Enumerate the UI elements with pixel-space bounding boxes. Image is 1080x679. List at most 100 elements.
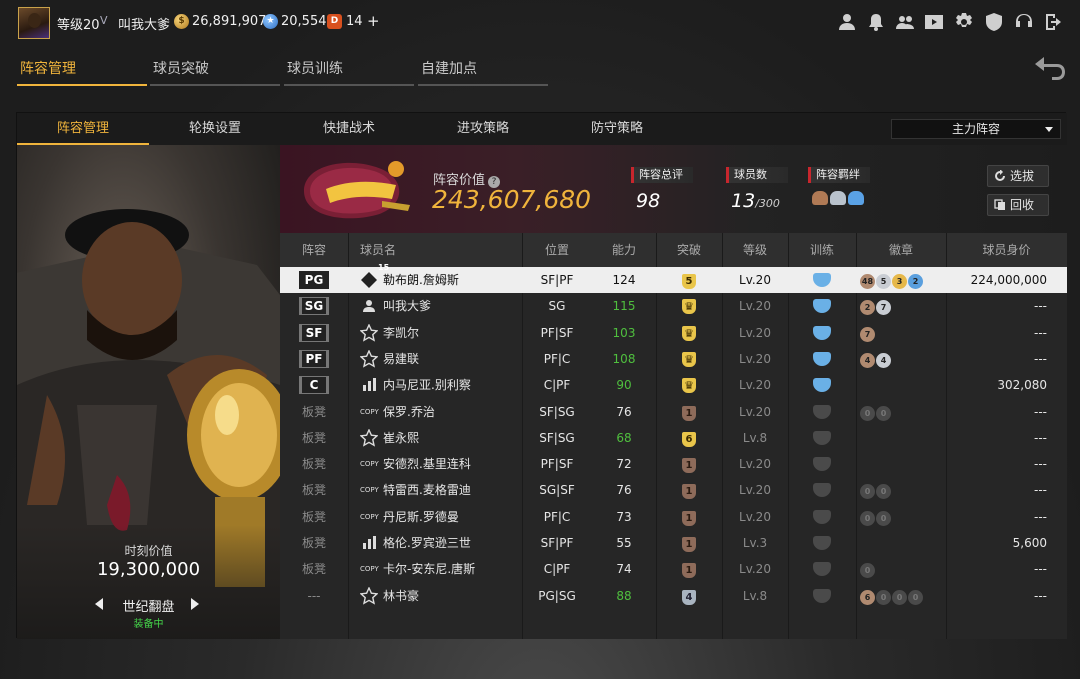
badges-cell[interactable]: 0 (856, 556, 946, 582)
training-cell[interactable] (788, 504, 856, 530)
subtab-quick-tactics[interactable]: 快捷战术 (283, 113, 415, 145)
player-name-cell[interactable]: COPY 卡尔-安东尼.唐斯 (348, 556, 522, 582)
tab-custom-points[interactable]: 自建加点 (418, 54, 548, 86)
col-slot[interactable]: 阵容 (280, 233, 348, 267)
training-cell[interactable] (788, 267, 856, 293)
player-name-cell[interactable]: 格伦.罗宾逊三世 (348, 530, 522, 556)
subtab-defense[interactable]: 防守策略 (551, 113, 683, 145)
player-moment-card[interactable]: 时刻价值 19,300,000 世纪翻盘 装备中 (17, 145, 280, 639)
headset-icon[interactable] (1014, 12, 1034, 32)
tab-lineup-management[interactable]: 阵容管理 (17, 54, 147, 86)
badges-cell[interactable]: 00 (856, 504, 946, 530)
lineup-dropdown[interactable]: 主力阵容 (891, 119, 1061, 139)
training-cell[interactable] (788, 583, 856, 609)
table-row[interactable]: SF 李凯尔 PF|SF 103 ♛ Lv.20 7 --- (280, 320, 1067, 346)
player-name-cell[interactable]: COPY 安德烈.基里连科 (348, 451, 522, 477)
star-icon (359, 349, 379, 368)
medal-icon: 5 (876, 274, 891, 289)
training-cell[interactable] (788, 451, 856, 477)
table-row[interactable]: --- 林书豪 PG|SG 88 4 Lv.8 6 0 0 0 --- (280, 583, 1067, 609)
select-button[interactable]: 选拔 (987, 165, 1049, 187)
player-name-cell[interactable]: COPY 丹尼斯.罗德曼 (348, 504, 522, 530)
copy-card-icon: COPY (360, 407, 379, 416)
table-row[interactable]: 板凳 格伦.罗宾逊三世 SF|PF 55 1 Lv.3 5,600 (280, 530, 1067, 556)
friends-icon[interactable] (895, 12, 915, 32)
col-training[interactable]: 训练 (788, 233, 856, 267)
bond-icons[interactable] (812, 191, 870, 205)
table-row[interactable]: 板凳 COPY 保罗.乔治 SF|SG 76 1 Lv.20 0 0 --- (280, 399, 1067, 425)
shield-icon[interactable] (984, 12, 1004, 32)
col-value[interactable]: 球员身价 (946, 233, 1067, 267)
col-badges[interactable]: 徽章 (856, 233, 946, 267)
training-cell[interactable] (788, 320, 856, 346)
table-row[interactable]: 板凳 崔永熙 SF|SG 68 6 Lv.8 --- (280, 425, 1067, 451)
training-cell[interactable] (788, 556, 856, 582)
subtab-rotation[interactable]: 轮换设置 (149, 113, 281, 145)
col-level[interactable]: 等级 (722, 233, 788, 267)
bond-icon-bronze (812, 191, 828, 205)
player-name-cell[interactable]: 崔永熙 (348, 425, 522, 451)
table-row[interactable]: C 内马尼亚.别利察 C|PF 90 ♛ Lv.20 302,080 (280, 372, 1067, 398)
training-cell[interactable] (788, 372, 856, 398)
player-name-cell[interactable]: 易建联 (348, 346, 522, 372)
video-icon[interactable] (924, 12, 944, 32)
badges-cell[interactable]: 6000 (856, 583, 946, 609)
bell-icon[interactable] (866, 12, 886, 32)
player-name: 叫我大爹 (383, 299, 432, 314)
breakthrough-cell: 1 (656, 556, 722, 582)
col-breakthrough[interactable]: 突破 (656, 233, 722, 267)
table-row[interactable]: 板凳 COPY 卡尔-安东尼.唐斯 C|PF 74 1 Lv.20 0 --- (280, 556, 1067, 582)
subtab-lineup[interactable]: 阵容管理 (17, 113, 149, 145)
back-arrow-icon[interactable] (1032, 54, 1068, 80)
training-cell[interactable] (788, 346, 856, 372)
badges-cell[interactable] (856, 425, 946, 451)
training-cell[interactable] (788, 530, 856, 556)
training-cell[interactable] (788, 477, 856, 503)
training-cell[interactable] (788, 293, 856, 319)
table-row[interactable]: 板凳 COPY 丹尼斯.罗德曼 PF|C 73 1 Lv.20 0 0 --- (280, 504, 1067, 530)
player-name-cell[interactable]: 内马尼亚.别利察 (348, 372, 522, 398)
player-name-cell[interactable]: 林书豪 (348, 583, 522, 609)
training-shield-icon (813, 430, 831, 445)
badges-cell[interactable]: 00 (856, 399, 946, 425)
badges-cell[interactable] (856, 372, 946, 398)
training-cell[interactable] (788, 425, 856, 451)
table-row[interactable]: 板凳 COPY 安德烈.基里连科 PF|SF 72 1 Lv.20 --- (280, 451, 1067, 477)
badges-cell[interactable]: 00 (856, 477, 946, 503)
copy-card-icon: COPY (360, 460, 379, 469)
avatar[interactable] (18, 7, 50, 39)
breakthrough-badge: 1 (682, 405, 696, 421)
recycle-button[interactable]: 回收 (987, 194, 1049, 216)
table-row[interactable]: SG 叫我大爹 SG 115 ♛ Lv.20 2 7 --- (280, 293, 1067, 319)
position-cell: PF|SF (540, 457, 574, 472)
settings-icon[interactable] (954, 12, 974, 32)
table-row[interactable]: 板凳 COPY 特雷西.麦格雷迪 SG|SF 76 1 Lv.20 0 0 --- (280, 477, 1067, 503)
badges-cell[interactable] (856, 451, 946, 477)
col-position[interactable]: 位置 (522, 233, 592, 267)
badges-cell[interactable] (856, 530, 946, 556)
col-ability[interactable]: 能力 (592, 233, 656, 267)
training-cell[interactable] (788, 399, 856, 425)
badges-cell[interactable]: 44 (856, 346, 946, 372)
logout-icon[interactable] (1044, 12, 1064, 32)
player-value-cell: --- (1034, 430, 1047, 445)
player-name-cell[interactable]: COPY 特雷西.麦格雷迪 (348, 477, 522, 503)
badges-cell[interactable]: 7 (856, 320, 946, 346)
table-row[interactable]: PF 易建联 PF|C 108 ♛ Lv.20 4 4 --- (280, 346, 1067, 372)
profile-icon[interactable] (837, 12, 857, 32)
breakthrough-cell: ♛ (656, 320, 722, 346)
player-name-cell[interactable]: 叫我大爹 (348, 293, 522, 319)
bars-icon (360, 376, 378, 394)
player-name-cell[interactable]: COPY 保罗.乔治 (348, 399, 522, 425)
badges-cell[interactable]: 48 5 3 2 (856, 267, 946, 293)
add-currency-button[interactable]: + (367, 12, 380, 30)
tab-player-breakthrough[interactable]: 球员突破 (150, 54, 280, 86)
next-arrow-icon[interactable] (191, 598, 199, 610)
col-name[interactable]: 球员名 (348, 233, 522, 267)
table-row[interactable]: PG 15勒布朗.詹姆斯 SF|PF 124 5 Lv.20 48 5 3 2 224,000,00… (280, 263, 1067, 293)
player-name-cell[interactable]: 15勒布朗.詹姆斯 (348, 263, 522, 293)
tab-player-training[interactable]: 球员训练 (284, 54, 414, 86)
subtab-offense[interactable]: 进攻策略 (417, 113, 549, 145)
player-name-cell[interactable]: 李凯尔 (348, 320, 522, 346)
badges-cell[interactable]: 27 (856, 293, 946, 319)
